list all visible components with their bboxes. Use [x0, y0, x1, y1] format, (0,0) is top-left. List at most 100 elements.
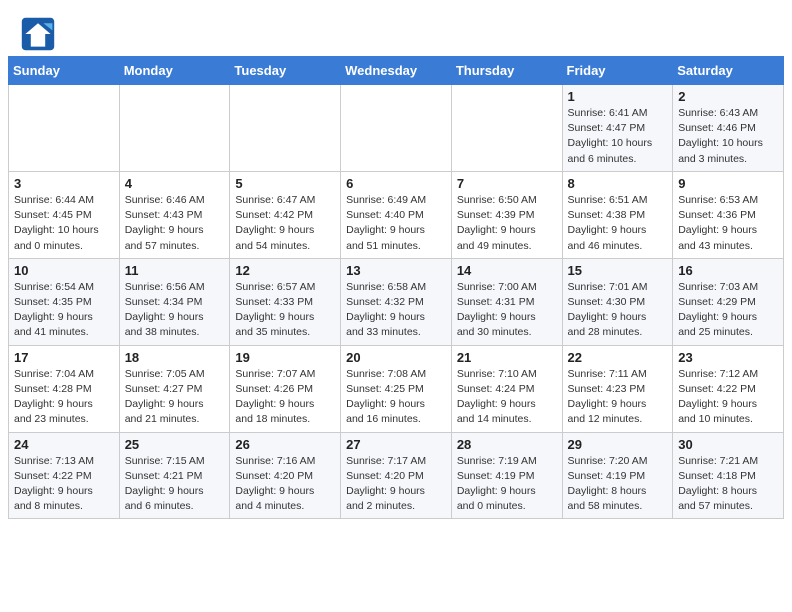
calendar-day: 12 Sunrise: 6:57 AMSunset: 4:33 PMDayligh…: [230, 258, 341, 345]
calendar-day: [9, 85, 120, 172]
calendar-day: 7 Sunrise: 6:50 AMSunset: 4:39 PMDaylight…: [451, 171, 562, 258]
weekday-header: Wednesday: [341, 57, 452, 85]
calendar-day: 20 Sunrise: 7:08 AMSunset: 4:25 PMDayligh…: [341, 345, 452, 432]
calendar-day: 8 Sunrise: 6:51 AMSunset: 4:38 PMDaylight…: [562, 171, 673, 258]
day-info: Sunrise: 6:46 AMSunset: 4:43 PMDaylight:…: [125, 193, 225, 254]
day-number: 1: [568, 89, 668, 104]
calendar-day: 21Sunrise: 7:10 AMSunset: 4:24 PMDayligh…: [451, 345, 562, 432]
calendar-day: 18 Sunrise: 7:05 AMSunset: 4:27 PMDayligh…: [119, 345, 230, 432]
weekday-header: Tuesday: [230, 57, 341, 85]
day-info: Sunrise: 6:57 AMSunset: 4:33 PMDaylight:…: [235, 280, 335, 341]
page-header: [0, 0, 792, 56]
day-info: Sunrise: 7:07 AMSunset: 4:26 PMDaylight:…: [235, 367, 335, 428]
day-number: 30: [678, 437, 778, 452]
day-info: Sunrise: 7:00 AMSunset: 4:31 PMDaylight:…: [457, 280, 557, 341]
day-info: Sunrise: 7:17 AMSunset: 4:20 PMDaylight:…: [346, 454, 446, 515]
calendar-header: SundayMondayTuesdayWednesdayThursdayFrid…: [9, 57, 784, 85]
day-info: Sunrise: 7:19 AMSunset: 4:19 PMDaylight:…: [457, 454, 557, 515]
calendar-week: 10 Sunrise: 6:54 AMSunset: 4:35 PMDayligh…: [9, 258, 784, 345]
day-info: Sunrise: 7:13 AMSunset: 4:22 PMDaylight:…: [14, 454, 114, 515]
day-number: 2: [678, 89, 778, 104]
weekday-header: Sunday: [9, 57, 120, 85]
day-info: Sunrise: 6:51 AMSunset: 4:38 PMDaylight:…: [568, 193, 668, 254]
day-number: 19: [235, 350, 335, 365]
calendar-day: 16 Sunrise: 7:03 AMSunset: 4:29 PMDayligh…: [673, 258, 784, 345]
calendar-week: 3Sunrise: 6:44 AMSunset: 4:45 PMDaylight…: [9, 171, 784, 258]
day-number: 24: [14, 437, 114, 452]
calendar-day: 27 Sunrise: 7:17 AMSunset: 4:20 PMDayligh…: [341, 432, 452, 519]
calendar-day: 26Sunrise: 7:16 AMSunset: 4:20 PMDayligh…: [230, 432, 341, 519]
calendar-table: SundayMondayTuesdayWednesdayThursdayFrid…: [8, 56, 784, 519]
day-number: 22: [568, 350, 668, 365]
day-info: Sunrise: 6:47 AMSunset: 4:42 PMDaylight:…: [235, 193, 335, 254]
day-number: 23: [678, 350, 778, 365]
day-number: 3: [14, 176, 114, 191]
day-number: 5: [235, 176, 335, 191]
calendar-day: 30 Sunrise: 7:21 AMSunset: 4:18 PMDayligh…: [673, 432, 784, 519]
calendar-week: 24 Sunrise: 7:13 AMSunset: 4:22 PMDayligh…: [9, 432, 784, 519]
calendar-day: [451, 85, 562, 172]
calendar-day: 14 Sunrise: 7:00 AMSunset: 4:31 PMDayligh…: [451, 258, 562, 345]
day-info: Sunrise: 6:41 AMSunset: 4:47 PMDaylight:…: [568, 106, 668, 167]
day-number: 28: [457, 437, 557, 452]
calendar-day: 19 Sunrise: 7:07 AMSunset: 4:26 PMDayligh…: [230, 345, 341, 432]
day-info: Sunrise: 7:08 AMSunset: 4:25 PMDaylight:…: [346, 367, 446, 428]
calendar-day: 28 Sunrise: 7:19 AMSunset: 4:19 PMDayligh…: [451, 432, 562, 519]
calendar-week: 17Sunrise: 7:04 AMSunset: 4:28 PMDayligh…: [9, 345, 784, 432]
calendar-day: 11 Sunrise: 6:56 AMSunset: 4:34 PMDayligh…: [119, 258, 230, 345]
calendar-day: 17Sunrise: 7:04 AMSunset: 4:28 PMDayligh…: [9, 345, 120, 432]
calendar-day: 4 Sunrise: 6:46 AMSunset: 4:43 PMDaylight…: [119, 171, 230, 258]
day-info: Sunrise: 6:56 AMSunset: 4:34 PMDaylight:…: [125, 280, 225, 341]
day-info: Sunrise: 6:58 AMSunset: 4:32 PMDaylight:…: [346, 280, 446, 341]
calendar-day: [230, 85, 341, 172]
day-number: 16: [678, 263, 778, 278]
calendar-day: 2 Sunrise: 6:43 AMSunset: 4:46 PMDaylight…: [673, 85, 784, 172]
day-number: 8: [568, 176, 668, 191]
weekday-header: Monday: [119, 57, 230, 85]
day-number: 27: [346, 437, 446, 452]
day-info: Sunrise: 7:12 AMSunset: 4:22 PMDaylight:…: [678, 367, 778, 428]
calendar-day: 10 Sunrise: 6:54 AMSunset: 4:35 PMDayligh…: [9, 258, 120, 345]
logo-icon: [20, 16, 56, 52]
day-info: Sunrise: 7:03 AMSunset: 4:29 PMDaylight:…: [678, 280, 778, 341]
calendar-day: 25 Sunrise: 7:15 AMSunset: 4:21 PMDayligh…: [119, 432, 230, 519]
day-number: 18: [125, 350, 225, 365]
calendar-day: [341, 85, 452, 172]
calendar-week: 1 Sunrise: 6:41 AMSunset: 4:47 PMDaylight…: [9, 85, 784, 172]
day-number: 11: [125, 263, 225, 278]
day-info: Sunrise: 7:21 AMSunset: 4:18 PMDaylight:…: [678, 454, 778, 515]
calendar-day: 29Sunrise: 7:20 AMSunset: 4:19 PMDayligh…: [562, 432, 673, 519]
logo: [20, 16, 60, 52]
day-number: 12: [235, 263, 335, 278]
day-number: 14: [457, 263, 557, 278]
day-number: 7: [457, 176, 557, 191]
calendar-day: 22 Sunrise: 7:11 AMSunset: 4:23 PMDayligh…: [562, 345, 673, 432]
calendar-day: 3Sunrise: 6:44 AMSunset: 4:45 PMDaylight…: [9, 171, 120, 258]
weekday-header: Friday: [562, 57, 673, 85]
day-number: 13: [346, 263, 446, 278]
calendar-day: [119, 85, 230, 172]
calendar-day: 5 Sunrise: 6:47 AMSunset: 4:42 PMDaylight…: [230, 171, 341, 258]
day-info: Sunrise: 7:10 AMSunset: 4:24 PMDaylight:…: [457, 367, 557, 428]
day-info: Sunrise: 6:50 AMSunset: 4:39 PMDaylight:…: [457, 193, 557, 254]
weekday-header: Saturday: [673, 57, 784, 85]
weekday-header: Thursday: [451, 57, 562, 85]
day-number: 4: [125, 176, 225, 191]
calendar-body: 1 Sunrise: 6:41 AMSunset: 4:47 PMDaylight…: [9, 85, 784, 519]
calendar-day: 6 Sunrise: 6:49 AMSunset: 4:40 PMDaylight…: [341, 171, 452, 258]
day-number: 10: [14, 263, 114, 278]
day-info: Sunrise: 7:01 AMSunset: 4:30 PMDaylight:…: [568, 280, 668, 341]
day-info: Sunrise: 6:43 AMSunset: 4:46 PMDaylight:…: [678, 106, 778, 167]
day-info: Sunrise: 6:54 AMSunset: 4:35 PMDaylight:…: [14, 280, 114, 341]
day-info: Sunrise: 7:15 AMSunset: 4:21 PMDaylight:…: [125, 454, 225, 515]
calendar-day: 24 Sunrise: 7:13 AMSunset: 4:22 PMDayligh…: [9, 432, 120, 519]
day-number: 20: [346, 350, 446, 365]
day-info: Sunrise: 7:05 AMSunset: 4:27 PMDaylight:…: [125, 367, 225, 428]
calendar-day: 23 Sunrise: 7:12 AMSunset: 4:22 PMDayligh…: [673, 345, 784, 432]
day-number: 25: [125, 437, 225, 452]
day-info: Sunrise: 7:11 AMSunset: 4:23 PMDaylight:…: [568, 367, 668, 428]
day-number: 6: [346, 176, 446, 191]
day-info: Sunrise: 6:49 AMSunset: 4:40 PMDaylight:…: [346, 193, 446, 254]
calendar-day: 13 Sunrise: 6:58 AMSunset: 4:32 PMDayligh…: [341, 258, 452, 345]
day-number: 15: [568, 263, 668, 278]
